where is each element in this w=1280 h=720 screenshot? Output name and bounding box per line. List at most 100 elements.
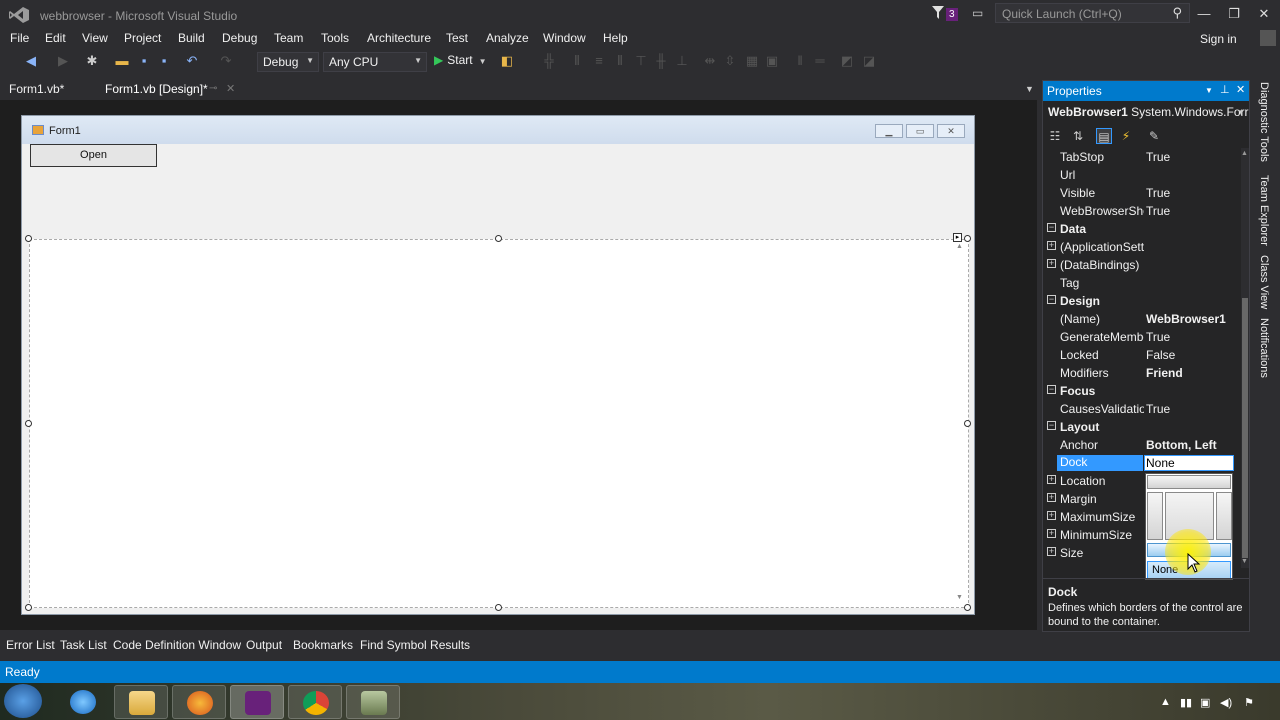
start-button[interactable]: ▶ Start ▼ (434, 53, 487, 67)
tab-overflow-icon[interactable]: ▼ (1025, 84, 1034, 94)
navigate-forward-icon[interactable]: ▶ (56, 54, 70, 68)
properties-view-icon[interactable]: ▤ (1096, 128, 1112, 144)
property-value[interactable]: True (1146, 402, 1238, 416)
category-focus[interactable]: − Focus (1043, 382, 1241, 400)
menu-tools[interactable]: Tools (321, 31, 349, 45)
category-data[interactable]: − Data (1043, 220, 1241, 238)
resize-handle[interactable] (964, 235, 971, 242)
menu-team[interactable]: Team (274, 31, 303, 45)
resize-handle[interactable] (25, 235, 32, 242)
property-value[interactable]: True (1146, 186, 1238, 200)
make-same-width-icon[interactable]: ⇹ (703, 54, 717, 68)
resize-handle[interactable] (964, 604, 971, 611)
menu-help[interactable]: Help (603, 31, 628, 45)
property-row-dock[interactable]: Dock None ▼ (1043, 454, 1241, 472)
window-position-icon[interactable]: ▼ (1205, 86, 1213, 95)
resize-handle[interactable] (964, 420, 971, 427)
bring-to-front-icon[interactable]: ◩ (840, 54, 854, 68)
category-design[interactable]: − Design (1043, 292, 1241, 310)
expand-icon[interactable]: + (1047, 241, 1056, 250)
tab-error-list[interactable]: Error List (6, 638, 55, 652)
menu-project[interactable]: Project (124, 31, 161, 45)
tab-notifications[interactable]: Notifications (1258, 318, 1270, 378)
taskbar-internet-explorer[interactable] (56, 685, 110, 719)
smart-tag-icon[interactable]: ▸ (953, 233, 962, 242)
size-to-grid-icon[interactable]: ▦ (745, 54, 759, 68)
collapse-icon[interactable]: − (1047, 223, 1056, 232)
solution-configuration-select[interactable]: Debug ▼ (257, 52, 319, 72)
network-icon[interactable]: ▮▮ (1180, 696, 1192, 709)
property-row-generatemember[interactable]: GenerateMembe True (1043, 328, 1241, 346)
align-tops-icon[interactable]: ⊤ (634, 54, 648, 68)
taskbar-app[interactable] (346, 685, 400, 719)
make-same-height-icon[interactable]: ⇳ (723, 54, 737, 68)
dock-right-option[interactable] (1216, 492, 1232, 540)
dock-top-option[interactable] (1147, 475, 1231, 489)
events-icon[interactable]: ⚡ (1118, 128, 1134, 144)
collapse-icon[interactable]: − (1047, 385, 1056, 394)
expand-icon[interactable]: + (1047, 529, 1056, 538)
menu-edit[interactable]: Edit (45, 31, 66, 45)
solution-platform-select[interactable]: Any CPU ▼ (323, 52, 427, 72)
tab-form1-code[interactable]: Form1.vb* (9, 82, 64, 96)
property-value[interactable]: True (1146, 330, 1238, 344)
tab-team-explorer[interactable]: Team Explorer (1258, 175, 1270, 246)
tab-code-definition-window[interactable]: Code Definition Window (113, 638, 241, 652)
property-row-webbrowsershortcuts[interactable]: WebBrowserSho True (1043, 202, 1241, 220)
property-row-locked[interactable]: Locked False (1043, 346, 1241, 364)
taskbar-firefox[interactable] (172, 685, 226, 719)
property-row-visible[interactable]: Visible True (1043, 184, 1241, 202)
menu-file[interactable]: File (10, 31, 29, 45)
property-row-databindings[interactable]: + (DataBindings) (1043, 256, 1241, 274)
property-value[interactable]: WebBrowser1 (1146, 312, 1238, 326)
pin-icon[interactable]: ⊸ (209, 83, 217, 94)
scrollbar-thumb[interactable] (1242, 298, 1248, 558)
send-to-back-icon[interactable]: ◪ (862, 54, 876, 68)
feedback-icon[interactable]: ▭ (972, 6, 983, 20)
close-tab-icon[interactable]: ✕ (226, 82, 235, 95)
categorized-icon[interactable]: ☷ (1047, 128, 1063, 144)
menu-test[interactable]: Test (446, 31, 468, 45)
volume-icon[interactable]: ◀) (1220, 696, 1232, 709)
property-value[interactable]: False (1146, 348, 1238, 362)
resize-handle[interactable] (25, 420, 32, 427)
device-icon[interactable]: ▣ (1200, 696, 1210, 709)
collapse-icon[interactable]: − (1047, 421, 1056, 430)
category-layout[interactable]: − Layout (1043, 418, 1241, 436)
sign-in-link[interactable]: Sign in (1200, 32, 1237, 46)
property-row-url[interactable]: Url (1043, 166, 1241, 184)
browser-link-icon[interactable]: ◧ (500, 54, 514, 68)
expand-icon[interactable]: + (1047, 475, 1056, 484)
navigate-back-icon[interactable]: ◀ (24, 54, 38, 68)
menu-architecture[interactable]: Architecture (367, 31, 431, 45)
expand-icon[interactable]: + (1047, 547, 1056, 556)
property-row-tag[interactable]: Tag (1043, 274, 1241, 292)
menu-window[interactable]: Window (543, 31, 586, 45)
collapse-icon[interactable]: − (1047, 295, 1056, 304)
open-file-icon[interactable]: ▬ (115, 54, 129, 68)
expand-icon[interactable]: + (1047, 493, 1056, 502)
save-all-icon[interactable]: ▪ (157, 54, 171, 68)
property-row-anchor[interactable]: Anchor Bottom, Left (1043, 436, 1241, 454)
start-orb-icon[interactable] (4, 684, 42, 718)
object-selector[interactable]: WebBrowser1 System.Windows.Forr ▼ (1043, 102, 1249, 122)
property-value[interactable]: Friend (1146, 366, 1238, 380)
tab-class-view[interactable]: Class View (1258, 255, 1270, 309)
resize-handle[interactable] (495, 235, 502, 242)
tab-find-symbol-results[interactable]: Find Symbol Results (360, 638, 470, 652)
tab-task-list[interactable]: Task List (60, 638, 107, 652)
property-value[interactable]: True (1146, 204, 1238, 218)
property-row-tabstop[interactable]: TabStop True (1043, 148, 1241, 166)
property-pages-icon[interactable]: ✎ (1146, 128, 1162, 144)
save-icon[interactable]: ▪ (137, 54, 151, 68)
redo-icon[interactable]: ↷ (219, 54, 233, 68)
dock-left-option[interactable] (1147, 492, 1163, 540)
property-row-name[interactable]: (Name) WebBrowser1 (1043, 310, 1241, 328)
property-grid-scrollbar[interactable]: ▲ ▼ (1241, 148, 1249, 568)
menu-view[interactable]: View (82, 31, 108, 45)
menu-analyze[interactable]: Analyze (486, 31, 529, 45)
tab-output[interactable]: Output (246, 638, 282, 652)
scroll-down-icon[interactable]: ▼ (1241, 558, 1248, 565)
tab-form1-design[interactable]: Form1.vb [Design]* (105, 82, 208, 96)
align-rights-icon[interactable]: ⫴ (613, 54, 627, 68)
